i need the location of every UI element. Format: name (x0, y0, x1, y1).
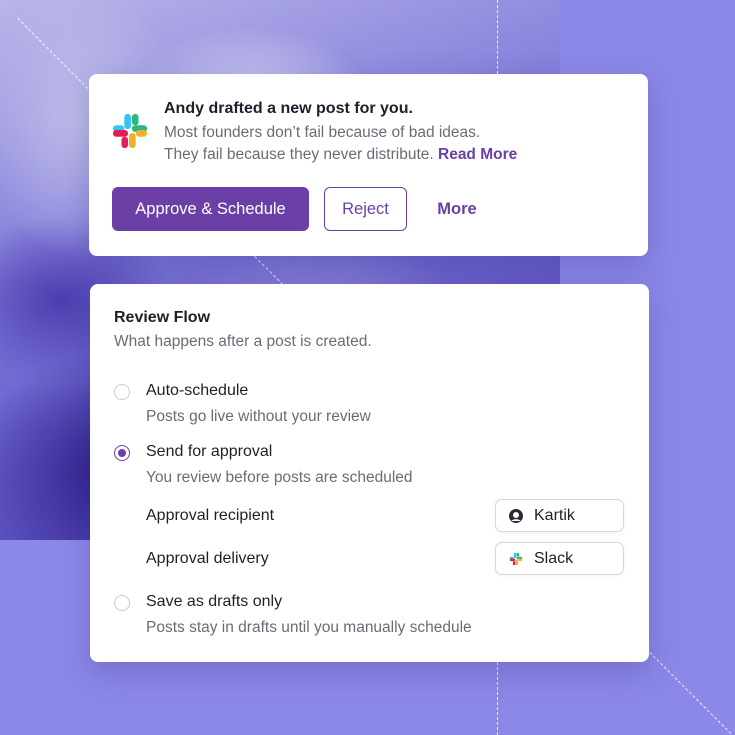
option-label: Save as drafts only (146, 593, 283, 610)
notification-card: Andy drafted a new post for you. Most fo… (89, 74, 648, 256)
approval-recipient-value: Kartik (534, 506, 575, 524)
notification-body: Most founders don’t fail because of bad … (164, 122, 634, 166)
slack-logo-icon (112, 113, 148, 149)
dashed-line-vertical-bottom (497, 662, 498, 735)
read-more-link[interactable]: Read More (438, 146, 517, 163)
option-label: Send for approval (146, 443, 273, 460)
review-flow-card: Review Flow What happens after a post is… (90, 284, 649, 662)
approval-recipient-label: Approval recipient (146, 507, 275, 524)
notification-body-line2: They fail because they never distribute. (164, 146, 434, 163)
review-flow-subtitle: What happens after a post is created. (114, 333, 372, 350)
dashed-line-vertical-top (497, 0, 498, 74)
option-label: Auto-schedule (146, 382, 249, 399)
approval-delivery-value: Slack (534, 549, 574, 567)
slack-icon (509, 552, 523, 565)
approval-recipient-select[interactable]: Kartik (495, 499, 624, 532)
user-avatar-icon (509, 508, 523, 523)
notification-title: Andy drafted a new post for you. (164, 100, 413, 117)
radio-auto-schedule[interactable] (114, 384, 130, 400)
approval-delivery-label: Approval delivery (146, 550, 269, 567)
approval-delivery-select[interactable]: Slack (495, 542, 624, 575)
radio-save-as-drafts[interactable] (114, 595, 130, 611)
dashed-line-bottom (649, 652, 732, 735)
option-description: Posts stay in drafts until you manually … (146, 619, 472, 636)
option-description: You review before posts are scheduled (146, 469, 413, 486)
notification-body-line1: Most founders don’t fail because of bad … (164, 124, 481, 141)
approve-schedule-button[interactable]: Approve & Schedule (112, 187, 309, 231)
option-description: Posts go live without your review (146, 408, 371, 425)
reject-button[interactable]: Reject (324, 187, 407, 231)
radio-send-for-approval[interactable] (114, 445, 130, 461)
more-button[interactable]: More (422, 187, 492, 231)
review-flow-title: Review Flow (114, 309, 211, 326)
